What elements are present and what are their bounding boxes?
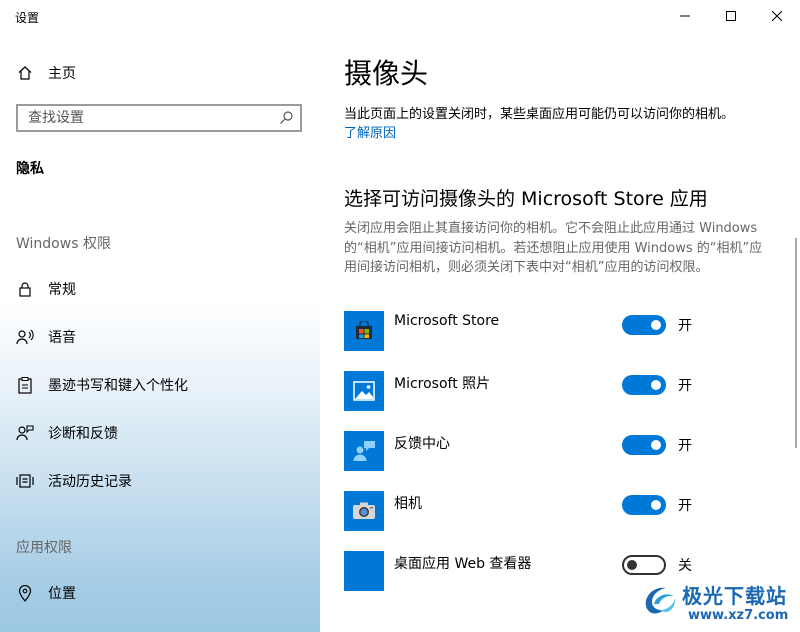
app-row: Microsoft 照片 开: [344, 371, 784, 411]
section-description: 关闭应用会阻止其直接访问你的相机。它不会阻止此应用通过 Windows 的“相机…: [344, 221, 763, 275]
home-icon: [16, 64, 34, 82]
app-access-toggle[interactable]: [622, 435, 666, 455]
sidebar-item-activity-history[interactable]: 活动历史记录: [0, 461, 320, 501]
toggle-state-label: 开: [678, 318, 692, 334]
sidebar-item-label: 语音: [48, 330, 76, 346]
sidebar-item-label: 墨迹书写和键入个性化: [48, 378, 188, 394]
toggle-knob: [651, 440, 661, 450]
search-box[interactable]: [16, 104, 302, 132]
group-header-apps: 应用权限: [16, 540, 72, 556]
web-viewer-icon: [344, 551, 384, 591]
activity-history-icon: [16, 472, 34, 490]
page-title: 摄像头: [344, 57, 429, 90]
sidebar-item-general[interactable]: 常规: [0, 269, 320, 309]
app-name: Microsoft Store: [394, 313, 500, 329]
toggle-knob: [627, 560, 637, 570]
sidebar-item-label: 常规: [48, 282, 76, 298]
learn-more-link[interactable]: 了解原因: [344, 122, 396, 141]
sidebar: 设置 主页 隐私 Windows 权限 常规 语音 墨迹书写和键入个性化: [0, 0, 320, 632]
app-access-toggle[interactable]: [622, 555, 666, 575]
app-row: Microsoft Store 开: [344, 311, 784, 351]
app-row: 反馈中心 开: [344, 431, 784, 471]
toggle-state-label: 关: [678, 558, 692, 574]
search-icon[interactable]: [278, 110, 294, 126]
toggle-knob: [651, 380, 661, 390]
main-content: 摄像头 当此页面上的设置关闭时，某些桌面应用可能仍可以访问你的相机。 了解原因 …: [320, 0, 800, 632]
speech-icon: [16, 328, 34, 346]
feedback-person-icon: [16, 424, 34, 442]
sidebar-item-location[interactable]: 位置: [0, 573, 320, 613]
toggle-knob: [651, 320, 661, 330]
sidebar-item-label: 活动历史记录: [48, 474, 132, 490]
sidebar-item-label: 诊断和反馈: [48, 426, 118, 442]
sidebar-item-label: 位置: [48, 586, 76, 602]
app-access-toggle[interactable]: [622, 375, 666, 395]
current-section-title: 隐私: [16, 161, 44, 177]
group-header-windows: Windows 权限: [16, 236, 111, 252]
sidebar-item-inking[interactable]: 墨迹书写和键入个性化: [0, 365, 320, 405]
section-title: 选择可访问摄像头的 Microsoft Store 应用: [344, 188, 708, 210]
app-name: 反馈中心: [394, 436, 450, 452]
sidebar-item-speech[interactable]: 语音: [0, 317, 320, 357]
watermark-brand: 极光下载站: [682, 584, 787, 608]
photos-icon: [344, 371, 384, 411]
sidebar-item-label: 主页: [48, 66, 76, 82]
watermark: 极光下载站 www.xz7.com: [640, 578, 798, 628]
microsoft-store-icon: [344, 311, 384, 351]
clipboard-icon: [16, 376, 34, 394]
feedback-hub-icon: [344, 431, 384, 471]
sidebar-item-diagnostics[interactable]: 诊断和反馈: [0, 413, 320, 453]
lock-icon: [16, 280, 34, 298]
sidebar-item-home[interactable]: 主页: [0, 53, 320, 93]
toggle-state-label: 开: [678, 498, 692, 514]
search-input[interactable]: [18, 106, 278, 130]
watermark-url: www.xz7.com: [688, 608, 789, 623]
app-access-toggle[interactable]: [622, 315, 666, 335]
app-name: 桌面应用 Web 查看器: [394, 556, 532, 572]
location-icon: [16, 584, 34, 602]
app-row: 相机 开: [344, 491, 784, 531]
page-description: 当此页面上的设置关闭时，某些桌面应用可能仍可以访问你的相机。: [344, 107, 735, 122]
toggle-state-label: 开: [678, 438, 692, 454]
watermark-logo-icon: [645, 587, 676, 614]
camera-icon: [344, 491, 384, 531]
app-name: 相机: [394, 496, 422, 512]
toggle-knob: [651, 500, 661, 510]
scrollbar[interactable]: [795, 238, 797, 448]
window-title: 设置: [15, 11, 40, 25]
toggle-state-label: 开: [678, 378, 692, 394]
app-name: Microsoft 照片: [394, 376, 491, 392]
app-access-toggle[interactable]: [622, 495, 666, 515]
